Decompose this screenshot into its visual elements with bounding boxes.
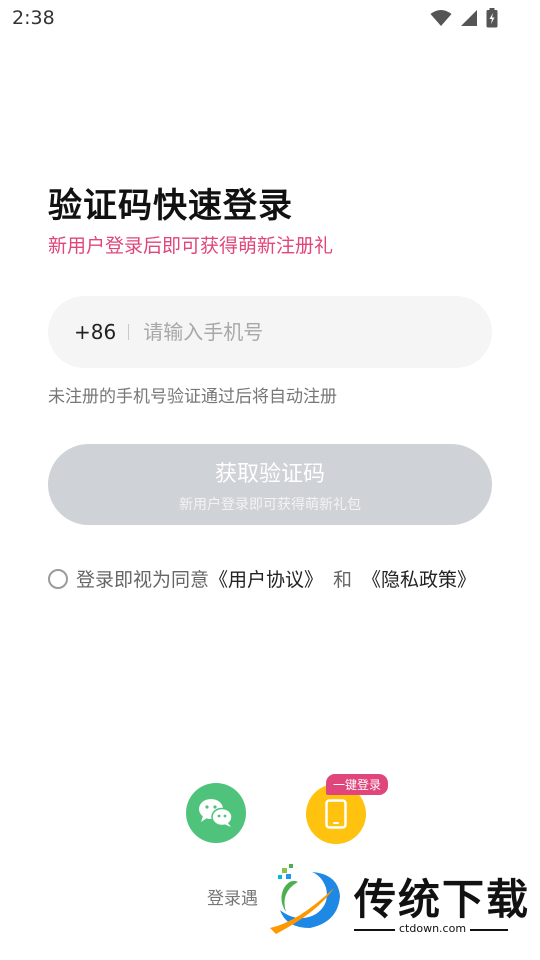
watermark-logo [270, 864, 340, 934]
wifi-icon [430, 10, 452, 26]
agreement-row: 登录即视为同意 《用户协议》 和 《隐私政策》 [48, 565, 476, 592]
agreement-prefix: 登录即视为同意 [76, 569, 210, 591]
page-subtitle: 新用户登录后即可获得萌新注册礼 [48, 235, 334, 257]
country-code[interactable]: +86 [74, 320, 116, 344]
get-code-label: 获取验证码 [214, 461, 325, 487]
wechat-login-button[interactable] [186, 783, 246, 843]
agreement-checkbox[interactable] [48, 568, 68, 589]
onekey-login-badge: 一键登录 [326, 774, 389, 795]
battery-charging-icon [486, 8, 498, 28]
input-divider [128, 324, 130, 340]
register-hint: 未注册的手机号验证通过后将自动注册 [48, 387, 337, 407]
get-code-button[interactable]: 获取验证码 新用户登录即可获得萌新礼包 [48, 444, 492, 525]
phone-input[interactable] [141, 319, 492, 345]
wechat-icon [199, 799, 233, 827]
watermark-text: 传统下载 [354, 875, 531, 924]
signal-icon [461, 10, 477, 26]
user-agreement-link[interactable]: 《用户协议》 [209, 565, 323, 592]
login-trouble-text[interactable]: 登录遇 [207, 884, 258, 909]
phone-field[interactable]: +86 [48, 296, 492, 368]
status-time: 2:38 [12, 7, 55, 29]
page-title: 验证码快速登录 [48, 186, 293, 226]
phone-icon [325, 799, 347, 829]
watermark-domain: ctdown.com [395, 922, 471, 935]
privacy-policy-link[interactable]: 《隐私政策》 [362, 565, 476, 592]
get-code-sublabel: 新用户登录即可获得萌新礼包 [179, 496, 361, 513]
agreement-and: 和 [333, 569, 353, 591]
status-icons [430, 8, 498, 28]
